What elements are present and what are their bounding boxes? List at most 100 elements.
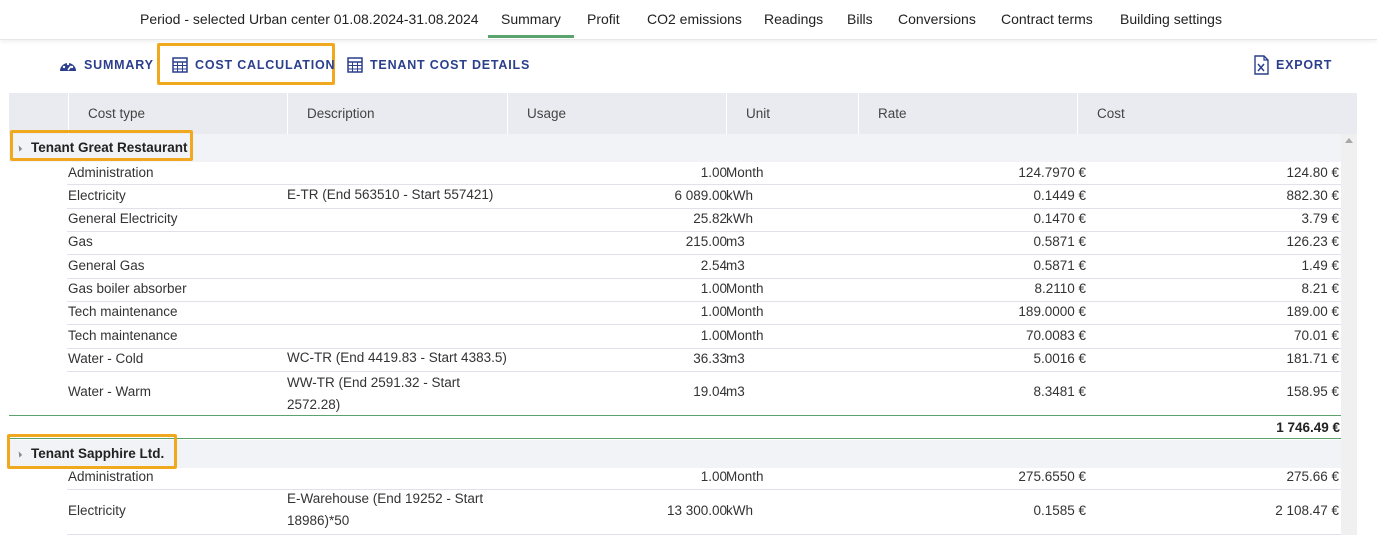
group-row-sapphire-ltd[interactable]: Tenant Sapphire Ltd. bbox=[9, 440, 1341, 468]
table-row: Gas 215.00 m3 0.5871 € 126.23 € bbox=[67, 232, 1341, 255]
cell-unit: m3 bbox=[726, 234, 745, 249]
cell-cost-type: Gas bbox=[68, 234, 93, 249]
tab-co2-emissions[interactable]: CO2 emissions bbox=[647, 11, 742, 27]
column-header-rate[interactable]: Rate bbox=[858, 93, 1077, 134]
table-row: Electricity E-TR (End 563510 - Start 557… bbox=[67, 185, 1341, 209]
group-label-highlight bbox=[7, 434, 177, 469]
cell-description: WC-TR (End 4419.83 - Start 4383.5) bbox=[287, 350, 507, 365]
cell-cost: 2 108.47 € bbox=[1275, 503, 1339, 518]
cell-cost-type: Electricity bbox=[68, 188, 126, 203]
table-row: Gas boiler absorber 1.00 Month 8.2110 € … bbox=[67, 279, 1341, 302]
tenant-cost-details-button-label: TENANT COST DETAILS bbox=[370, 58, 531, 72]
cell-unit: kWh bbox=[726, 211, 753, 226]
cell-rate: 0.5871 € bbox=[1033, 234, 1086, 249]
cell-rate: 8.3481 € bbox=[1033, 384, 1086, 399]
group-total-value: 1 746.49 € bbox=[1276, 420, 1340, 435]
cell-cost: 124.80 € bbox=[1286, 165, 1339, 180]
column-header-cost-type[interactable]: Cost type bbox=[68, 93, 287, 134]
cell-rate: 0.1585 € bbox=[1033, 503, 1086, 518]
tab-readings[interactable]: Readings bbox=[764, 11, 823, 27]
cell-usage: 6 089.00 bbox=[674, 188, 727, 203]
table-row: Tech maintenance 1.00 Month 189.0000 € 1… bbox=[67, 302, 1341, 325]
cell-cost: 882.30 € bbox=[1286, 188, 1339, 203]
tab-bills[interactable]: Bills bbox=[847, 11, 873, 27]
cell-unit: m3 bbox=[726, 351, 745, 366]
cell-cost: 70.01 € bbox=[1293, 328, 1339, 343]
table-row: Water - Cold WC-TR (End 4419.83 - Start … bbox=[67, 349, 1341, 372]
cell-usage: 1.00 bbox=[700, 281, 727, 296]
vertical-scrollbar[interactable] bbox=[1341, 134, 1357, 535]
cell-cost: 126.23 € bbox=[1286, 234, 1339, 249]
table-row: Tech maintenance 1.00 Month 70.0083 € 70… bbox=[67, 325, 1341, 349]
summary-button-label: SUMMARY bbox=[84, 58, 154, 72]
cell-unit: Month bbox=[726, 165, 764, 180]
table-row: Electricity E-Warehouse (End 19252 - Sta… bbox=[67, 490, 1341, 535]
cell-cost-type: Tech maintenance bbox=[68, 304, 178, 319]
table-row: Water - Warm WW-TR (End 2591.32 - Start … bbox=[67, 372, 1341, 415]
cell-cost-type: Gas boiler absorber bbox=[68, 281, 187, 296]
cell-unit: Month bbox=[726, 304, 764, 319]
cell-rate: 124.7970 € bbox=[1018, 165, 1086, 180]
cell-rate: 0.1449 € bbox=[1033, 188, 1086, 203]
cell-usage: 1.00 bbox=[700, 328, 727, 343]
cell-usage: 13 300.00 bbox=[666, 503, 727, 518]
cell-usage: 36.33 bbox=[693, 351, 727, 366]
cell-usage: 1.00 bbox=[700, 304, 727, 319]
cell-unit: kWh bbox=[726, 188, 753, 203]
tab-summary[interactable]: Summary bbox=[501, 11, 561, 27]
cell-description: WW-TR (End 2591.32 - Start 2572.28) bbox=[287, 375, 461, 412]
cell-cost-type: Water - Warm bbox=[68, 384, 151, 399]
top-navigation: Period - selected Urban center 01.08.202… bbox=[0, 0, 1377, 40]
tab-conversions[interactable]: Conversions bbox=[898, 11, 976, 27]
cell-rate: 0.5871 € bbox=[1033, 258, 1086, 273]
cell-description: E-Warehouse (End 19252 - Start 18986)*50 bbox=[287, 491, 484, 528]
cell-rate: 0.1470 € bbox=[1033, 211, 1086, 226]
cell-cost: 181.71 € bbox=[1286, 351, 1339, 366]
cost-calculation-button[interactable]: COST CALCULATION bbox=[172, 55, 335, 75]
tab-profit[interactable]: Profit bbox=[587, 11, 620, 27]
cell-cost-type: General Electricity bbox=[68, 211, 178, 226]
cell-unit: m3 bbox=[726, 258, 745, 273]
scrollbar-thumb[interactable] bbox=[1344, 151, 1354, 535]
cell-cost: 158.95 € bbox=[1286, 384, 1339, 399]
cell-usage: 19.04 bbox=[693, 384, 727, 399]
grid-header: Cost type Description Usage Unit Rate Co… bbox=[9, 93, 1357, 134]
cell-description: E-TR (End 563510 - Start 557421) bbox=[287, 187, 494, 202]
tab-contract-terms[interactable]: Contract terms bbox=[1001, 11, 1093, 27]
group-total-row: 1 746.49 € bbox=[9, 415, 1341, 439]
cell-cost: 8.21 € bbox=[1301, 281, 1339, 296]
table-row: Administration 1.00 Month 124.7970 € 124… bbox=[67, 162, 1341, 185]
period-label: Period - selected Urban center 01.08.202… bbox=[140, 11, 479, 27]
cell-usage: 25.82 bbox=[693, 211, 727, 226]
group-row-great-restaurant[interactable]: Tenant Great Restaurant bbox=[9, 134, 1341, 162]
cell-cost: 189.00 € bbox=[1286, 304, 1339, 319]
calculator-table-icon bbox=[172, 57, 188, 73]
column-header-cost[interactable]: Cost bbox=[1077, 93, 1357, 134]
active-tab-indicator bbox=[488, 35, 574, 38]
column-header-usage[interactable]: Usage bbox=[507, 93, 726, 134]
group-column-header bbox=[9, 93, 68, 134]
grid-body: Tenant Great Restaurant Administration 1… bbox=[9, 134, 1357, 535]
cell-unit: Month bbox=[726, 469, 764, 484]
table-row: General Gas 2.54 m3 0.5871 € 1.49 € bbox=[67, 255, 1341, 279]
summary-button[interactable]: SUMMARY bbox=[59, 55, 154, 75]
column-header-description[interactable]: Description bbox=[287, 93, 507, 134]
cell-cost: 1.49 € bbox=[1301, 258, 1339, 273]
export-button[interactable]: EXPORT bbox=[1254, 55, 1332, 75]
cell-cost-type: Electricity bbox=[68, 503, 126, 518]
scroll-up-arrow-icon[interactable] bbox=[1345, 138, 1353, 143]
cell-usage: 1.00 bbox=[700, 469, 727, 484]
cell-rate: 70.0083 € bbox=[1025, 328, 1086, 343]
cell-usage: 1.00 bbox=[700, 165, 727, 180]
tab-building-settings[interactable]: Building settings bbox=[1120, 11, 1222, 27]
cost-calculation-button-label: COST CALCULATION bbox=[195, 58, 336, 72]
cell-rate: 5.0016 € bbox=[1033, 351, 1086, 366]
tenant-cost-details-button[interactable]: TENANT COST DETAILS bbox=[347, 55, 530, 75]
column-header-unit[interactable]: Unit bbox=[726, 93, 858, 134]
cell-unit: kWh bbox=[726, 503, 753, 518]
cell-rate: 275.6550 € bbox=[1018, 469, 1086, 484]
cell-cost-type: General Gas bbox=[68, 258, 145, 273]
excel-export-icon bbox=[1254, 55, 1269, 75]
cell-cost-type: Administration bbox=[68, 469, 154, 484]
cell-unit: m3 bbox=[726, 384, 745, 399]
